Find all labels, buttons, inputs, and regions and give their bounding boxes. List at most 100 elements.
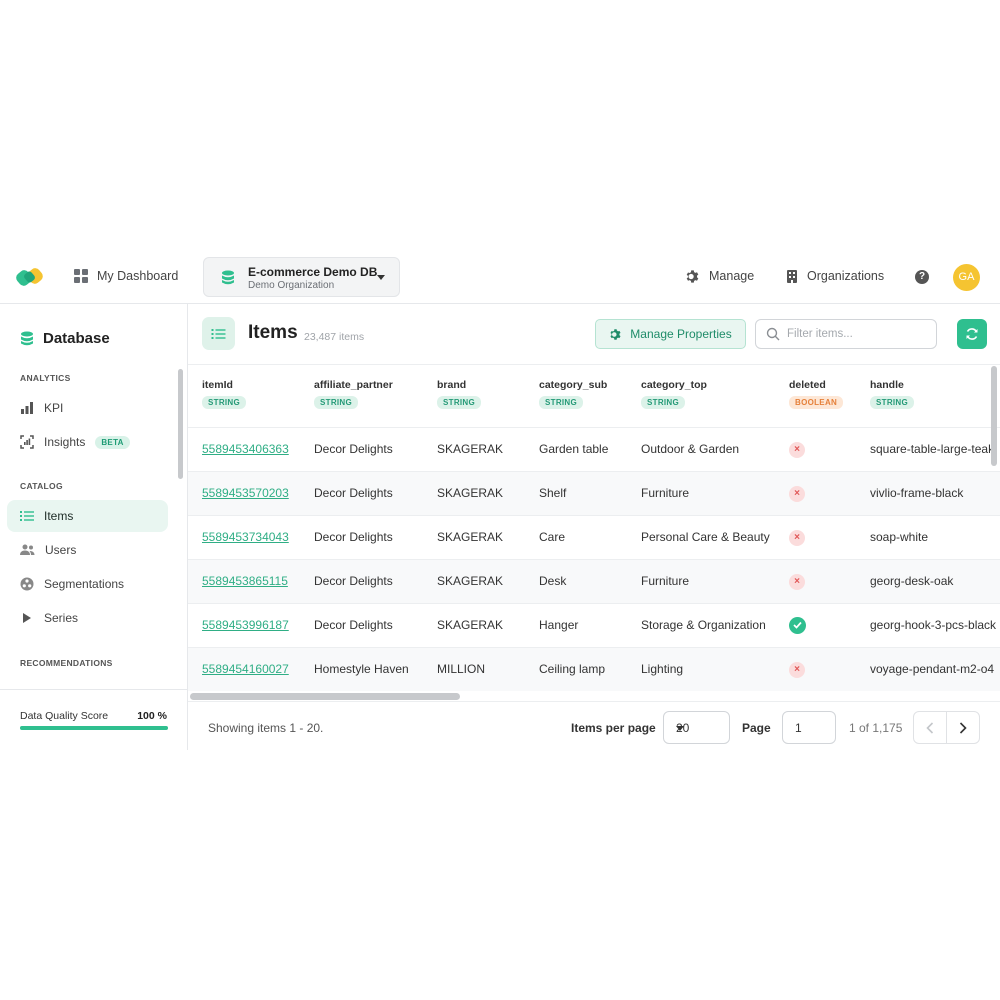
cell-deleted: × [789, 559, 870, 603]
user-avatar[interactable]: GA [953, 264, 980, 291]
app-window: My Dashboard E-commerce Demo DB Demo Org… [0, 253, 1000, 750]
beta-badge: BETA [95, 435, 130, 449]
sidebar-item-label: Users [45, 543, 77, 557]
page-count-text: 1 of 1,175 [849, 721, 903, 735]
manage-properties-button[interactable]: Manage Properties [595, 319, 746, 349]
help-icon[interactable]: ? [915, 270, 929, 284]
type-badge: STRING [202, 396, 247, 409]
cell-category-top: Lighting [641, 662, 684, 677]
database-icon [21, 331, 33, 346]
cell-itemId: 5589454160027 [188, 647, 314, 691]
segments-icon [20, 577, 34, 591]
column-header[interactable]: category_top STRING [641, 365, 789, 427]
column-header[interactable]: handle STRING [870, 365, 1000, 427]
table-row[interactable]: 5589453406363 Decor Delights SKAGERAK Garde… [188, 427, 1000, 471]
gear-icon [610, 328, 621, 340]
column-header[interactable]: category_sub STRING [539, 365, 641, 427]
chevron-right-icon [959, 721, 967, 734]
database-organization: Demo Organization [248, 280, 335, 291]
cell-brand: SKAGERAK [437, 442, 504, 456]
column-name: category_sub [539, 379, 608, 391]
sidebar-item-kpi[interactable]: KPI [7, 392, 168, 424]
type-badge: STRING [641, 396, 686, 409]
grid-icon [74, 269, 88, 283]
cross-icon: × [789, 441, 805, 458]
my-dashboard-label: My Dashboard [97, 269, 179, 283]
refresh-button[interactable] [957, 319, 987, 349]
item-id-link[interactable]: 5589453406363 [202, 442, 289, 456]
column-header[interactable]: affiliate_partner STRING [314, 365, 437, 427]
organizations-label: Organizations [807, 269, 885, 283]
column-header[interactable]: deleted BOOLEAN [789, 365, 870, 427]
column-header[interactable]: brand STRING [437, 365, 539, 427]
items-table: itemId STRING affiliate_partner STRING bra… [188, 365, 1000, 691]
app-logo[interactable] [15, 263, 47, 289]
next-page-button[interactable] [947, 712, 980, 743]
page-title: Items [248, 322, 298, 343]
cell-affiliate-partner: Decor Delights [314, 618, 393, 632]
cell-category-top: Outdoor & Garden [641, 442, 740, 456]
data-quality-panel: Data Quality Score 100 % [0, 689, 187, 750]
cell-deleted: × [789, 515, 870, 559]
data-quality-bar [20, 726, 168, 730]
cell-affiliate-partner: Decor Delights [314, 530, 393, 544]
table-row[interactable]: 5589453865115 Decor Delights SKAGERAK Desk F… [188, 559, 1000, 603]
database-selector[interactable]: E-commerce Demo DB Demo Organization [203, 257, 400, 297]
item-id-link[interactable]: 5589453734043 [202, 530, 289, 544]
table-row[interactable]: 5589453570203 Decor Delights SKAGERAK Shelf… [188, 471, 1000, 515]
manage-link[interactable]: Manage [685, 267, 754, 285]
type-badge: STRING [539, 396, 584, 409]
data-quality-bar-fill [20, 726, 168, 730]
cell-itemId: 5589453406363 [188, 427, 314, 471]
cell-deleted: × [789, 427, 870, 471]
sidebar-item-segmentations[interactable]: Segmentations [7, 568, 168, 600]
sidebar-item-items[interactable]: Items [7, 500, 168, 532]
items-per-page-select[interactable]: 20 [663, 711, 730, 744]
chevron-left-icon [926, 721, 933, 734]
previous-page-button[interactable] [914, 712, 947, 743]
item-id-link[interactable]: 5589453996187 [202, 618, 289, 632]
sidebar-item-insights[interactable]: Insights BETA [7, 426, 168, 458]
column-name: brand [437, 379, 467, 391]
sidebar-title: Database [20, 330, 110, 347]
table-vertical-scrollbar[interactable] [991, 366, 997, 466]
table-row[interactable]: 5589454160027 Homestyle Haven MILLION Ceili… [188, 647, 1000, 691]
sidebar-item-users[interactable]: Users [7, 534, 168, 566]
cell-affiliate-partner: Decor Delights [314, 486, 393, 500]
insights-icon [20, 435, 34, 449]
page-number-input[interactable]: 1 [782, 711, 836, 744]
sidebar-title-label: Database [43, 330, 110, 347]
cell-brand: SKAGERAK [437, 574, 504, 588]
my-dashboard-link[interactable]: My Dashboard [74, 267, 178, 285]
caret-down-icon [676, 726, 684, 731]
table-row[interactable]: 5589453734043 Decor Delights SKAGERAK Care P… [188, 515, 1000, 559]
cell-deleted: × [789, 647, 870, 691]
search-icon [766, 327, 780, 341]
cross-icon: × [789, 573, 805, 590]
filter-items-input[interactable] [787, 326, 927, 342]
database-icon [222, 270, 234, 285]
pager-controls [913, 711, 980, 744]
cell-itemId: 5589453865115 [188, 559, 314, 603]
item-id-link[interactable]: 5589454160027 [202, 662, 289, 676]
showing-items-text: Showing items 1 - 20. [208, 721, 324, 735]
item-id-link[interactable]: 5589453865115 [202, 574, 288, 588]
sidebar-item-series[interactable]: Series [7, 602, 168, 634]
table-horizontal-scrollbar[interactable] [190, 693, 460, 700]
table-row[interactable]: 5589453996187 Decor Delights SKAGERAK Hange… [188, 603, 1000, 647]
cell-handle: vivlio-frame-black [870, 486, 964, 500]
column-header[interactable]: itemId STRING [188, 365, 314, 427]
data-quality-label: Data Quality Score [20, 710, 109, 722]
list-icon [20, 511, 34, 521]
sidebar-scrollbar[interactable] [178, 369, 183, 479]
item-count: 23,487 items [304, 331, 365, 343]
refresh-icon [966, 328, 978, 340]
item-id-link[interactable]: 5589453570203 [202, 486, 289, 500]
organizations-link[interactable]: Organizations [786, 267, 884, 285]
cell-handle: voyage-pendant-m2-o4 [870, 662, 995, 677]
sidebar-item-label: KPI [44, 401, 64, 415]
type-badge: BOOLEAN [789, 396, 844, 409]
top-bar: My Dashboard E-commerce Demo DB Demo Org… [0, 253, 1000, 304]
sidebar-item-label: Items [44, 509, 74, 523]
play-icon [23, 613, 31, 623]
